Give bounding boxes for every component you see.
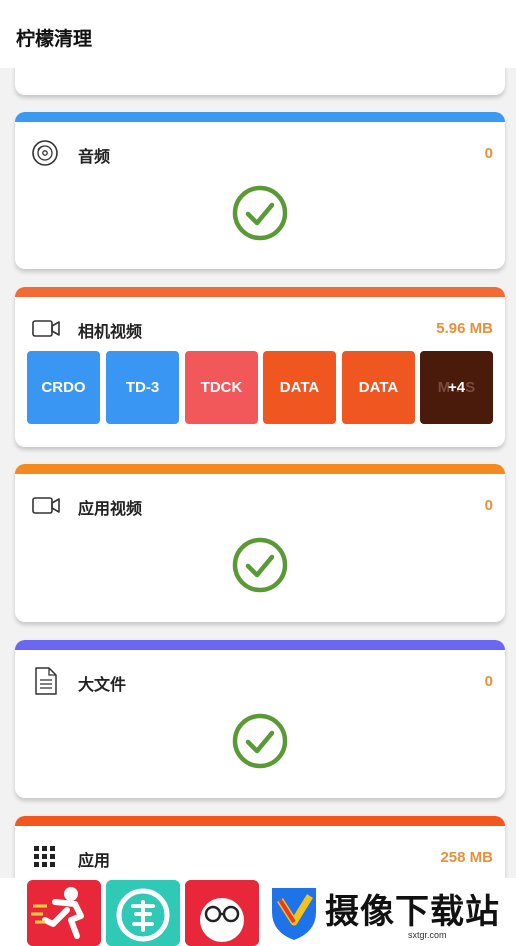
- thumbnail-label: DATA: [279, 379, 320, 396]
- card-size: 0: [484, 497, 493, 514]
- document-icon: [35, 667, 57, 695]
- video-thumbnail[interactable]: TD-3: [106, 351, 179, 424]
- camera-video-card[interactable]: 相机视频 5.96 MB CRDO TD-3 TDCK DATA DATA M……: [15, 287, 505, 447]
- app-icon-mascot[interactable]: [185, 880, 259, 946]
- video-camera-icon: [32, 320, 60, 337]
- disc-icon: [32, 140, 58, 166]
- card-size: 0: [484, 673, 493, 690]
- video-thumbnails: CRDO TD-3 TDCK DATA DATA M…S +4: [27, 351, 497, 425]
- video-thumbnail[interactable]: TDCK: [185, 351, 258, 424]
- card-size: 258 MB: [440, 849, 493, 866]
- card-color-bar: [15, 816, 505, 826]
- card-label: 应用视频: [78, 501, 143, 518]
- done-check-icon: [232, 185, 288, 241]
- app-video-card[interactable]: 应用视频 0: [15, 464, 505, 622]
- card-size: 5.96 MB: [436, 320, 493, 337]
- card-color-bar: [15, 640, 505, 650]
- card-label: 大文件: [78, 677, 127, 694]
- bottom-strip: 摄像下载站 sxtgr.com: [0, 878, 516, 946]
- video-thumbnail[interactable]: CRDO: [27, 351, 100, 424]
- card-color-bar: [15, 464, 505, 474]
- audio-card[interactable]: 音频 0: [15, 112, 505, 269]
- thumbnail-label: TD-3: [125, 379, 160, 396]
- category-list[interactable]: 音频 0 相机视频 5.96 MB CRDO TD-3 TDCK DATA DA…: [0, 68, 516, 946]
- thumbnail-label: TDCK: [200, 379, 243, 396]
- app-title: 柠檬清理: [16, 29, 93, 50]
- video-thumbnail[interactable]: DATA: [263, 351, 336, 424]
- earn-icon: [106, 880, 180, 946]
- previous-card[interactable]: [15, 68, 505, 95]
- runner-icon: [27, 880, 101, 946]
- watermark-url: sxtgr.com: [408, 930, 447, 940]
- done-check-icon: [232, 537, 288, 593]
- grid-icon: [34, 846, 55, 867]
- done-check-icon: [232, 713, 288, 769]
- watermark-text: 摄像下载站: [325, 893, 500, 931]
- card-label: 应用: [78, 853, 111, 870]
- thumbnail-label: CRDO: [41, 379, 86, 396]
- video-camera-icon: [32, 497, 60, 514]
- top-app-bar: 柠檬清理: [0, 0, 516, 68]
- app-icon-runner[interactable]: [27, 880, 101, 946]
- watermark-logo: [272, 888, 316, 940]
- video-thumbnail[interactable]: DATA: [342, 351, 415, 424]
- card-color-bar: [15, 287, 505, 297]
- big-file-card[interactable]: 大文件 0: [15, 640, 505, 798]
- thumbnail-label: DATA: [358, 379, 399, 396]
- more-count: +4: [447, 379, 466, 396]
- mascot-icon: [185, 880, 259, 946]
- card-label: 相机视频: [78, 324, 143, 341]
- more-videos-thumbnail[interactable]: M…S +4: [420, 351, 493, 424]
- card-size: 0: [484, 145, 493, 162]
- app-icon-earn[interactable]: [106, 880, 180, 946]
- card-color-bar: [15, 112, 505, 122]
- card-label: 音频: [78, 149, 111, 166]
